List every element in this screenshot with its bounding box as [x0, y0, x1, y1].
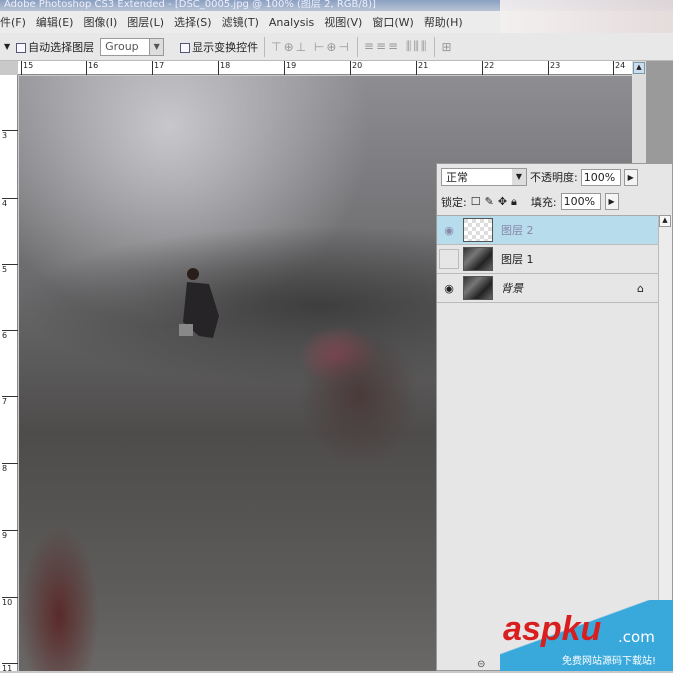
layer-thumbnail — [463, 276, 493, 300]
watermark-domain: .com — [618, 628, 655, 646]
ruler-tick: 10 — [2, 597, 18, 607]
layer-thumbnail — [463, 247, 493, 271]
eye-icon[interactable]: ◉ — [439, 278, 459, 298]
layer-list: ◉ 图层 2 图层 1 ◉ 背景 ⌂ — [437, 215, 658, 303]
eye-icon[interactable]: ◉ — [439, 220, 459, 240]
fill-input[interactable]: 100% — [560, 193, 601, 210]
lock-icon: ⌂ — [637, 281, 644, 295]
jumping-person-image — [179, 268, 219, 338]
ruler-tick: 24 — [613, 61, 625, 75]
menu-filter[interactable]: 滤镜(T) — [222, 14, 259, 30]
watermark-brand: aspku — [503, 610, 602, 648]
chevron-down-icon: ▼ — [149, 38, 164, 55]
visibility-toggle-empty[interactable] — [439, 249, 459, 269]
tool-preset-arrow[interactable]: ▼ — [4, 42, 10, 51]
lock-transparency-icon[interactable]: ☐ — [471, 195, 481, 208]
opacity-slider-arrow[interactable]: ▶ — [623, 168, 638, 186]
ruler-tick: 4 — [2, 198, 18, 208]
layer-row-layer2[interactable]: ◉ 图层 2 — [437, 216, 658, 245]
opacity-input[interactable]: 100% — [580, 168, 621, 186]
options-bar: ▼ 自动选择图层 Group ▼ 显示变换控件 ⊤⊕⊥ ⊢⊕⊣ ≡≡≡ ⫼⫼⫼ ⊞ — [0, 33, 673, 61]
layer-name[interactable]: 背景 — [501, 280, 523, 296]
ruler-tick: 16 — [86, 61, 98, 75]
menu-edit[interactable]: 编辑(E) — [36, 14, 74, 30]
opacity-label: 不透明度: — [530, 171, 578, 184]
divider — [356, 36, 358, 57]
workspace-background — [646, 61, 673, 171]
vertical-ruler: 3 4 5 6 7 8 9 10 11 — [0, 75, 18, 673]
lock-all-icon[interactable]: 🔒︎ — [511, 195, 517, 209]
ruler-tick: 20 — [350, 61, 362, 75]
fill-slider-arrow[interactable]: ▶ — [604, 193, 619, 210]
auto-select-dropdown[interactable]: Group ▼ — [100, 37, 165, 56]
menu-help[interactable]: 帮助(H) — [424, 14, 463, 30]
divider — [434, 36, 436, 57]
ruler-tick: 22 — [482, 61, 494, 75]
ruler-tick: 7 — [2, 396, 18, 406]
horizontal-ruler: 15 16 17 18 19 20 21 22 23 24 — [18, 61, 632, 75]
auto-select-checkbox[interactable]: 自动选择图层 — [16, 39, 94, 55]
auto-align-icon[interactable]: ⊞ — [441, 40, 453, 54]
menu-view[interactable]: 视图(V) — [324, 14, 362, 30]
scroll-up-icon[interactable]: ▲ — [659, 215, 671, 227]
link-layers-icon[interactable]: ⊝ — [477, 659, 485, 670]
menu-image[interactable]: 图像(I) — [83, 14, 117, 30]
ruler-tick: 3 — [2, 130, 18, 140]
menu-window[interactable]: 窗口(W) — [372, 14, 413, 30]
menu-select[interactable]: 选择(S) — [174, 14, 212, 30]
ruler-tick: 9 — [2, 530, 18, 540]
lock-move-icon[interactable]: ✥ — [498, 195, 507, 208]
watermark-tagline: 免费网站源码下载站! — [562, 656, 657, 667]
layer-row-layer1[interactable]: 图层 1 — [437, 245, 658, 274]
lock-label: 锁定: — [441, 195, 467, 209]
menu-file[interactable]: 件(F) — [0, 14, 26, 30]
canvas-scrollbar[interactable]: ▲ — [632, 61, 646, 171]
ruler-tick: 19 — [284, 61, 296, 75]
layer-row-background[interactable]: ◉ 背景 ⌂ — [437, 274, 658, 303]
ruler-tick: 21 — [416, 61, 428, 75]
ruler-tick: 15 — [21, 61, 33, 75]
ruler-tick: 17 — [152, 61, 164, 75]
show-transform-checkbox[interactable]: 显示变换控件 — [180, 39, 258, 55]
lock-paint-icon[interactable]: ✎ — [485, 195, 494, 208]
divider — [264, 36, 266, 57]
ruler-tick: 11 — [2, 663, 18, 673]
ruler-tick: 23 — [548, 61, 560, 75]
menu-analysis[interactable]: Analysis — [269, 16, 314, 29]
blend-mode-dropdown[interactable]: 正常 ▼ — [441, 168, 527, 186]
chevron-down-icon: ▼ — [512, 169, 526, 185]
ruler-tick: 6 — [2, 330, 18, 340]
menu-layer[interactable]: 图层(L) — [127, 14, 164, 30]
layers-panel: 正常 ▼ 不透明度: 100% ▶ 锁定: ☐ ✎ ✥ 🔒︎ 填充: 100% ▶… — [436, 163, 673, 671]
distribute-icons[interactable]: ≡≡≡ ⫼⫼⫼ — [364, 39, 429, 54]
layer-name[interactable]: 图层 2 — [501, 222, 534, 238]
align-icons[interactable]: ⊤⊕⊥ ⊢⊕⊣ — [271, 40, 351, 54]
layers-scrollbar[interactable]: ▲ — [658, 215, 672, 655]
ruler-tick: 8 — [2, 463, 18, 473]
layer-thumbnail — [463, 218, 493, 242]
ruler-tick: 5 — [2, 264, 18, 274]
layer-name[interactable]: 图层 1 — [501, 251, 534, 267]
scroll-up-icon[interactable]: ▲ — [633, 62, 645, 74]
fill-label: 填充: — [530, 195, 557, 209]
ruler-tick: 18 — [218, 61, 230, 75]
